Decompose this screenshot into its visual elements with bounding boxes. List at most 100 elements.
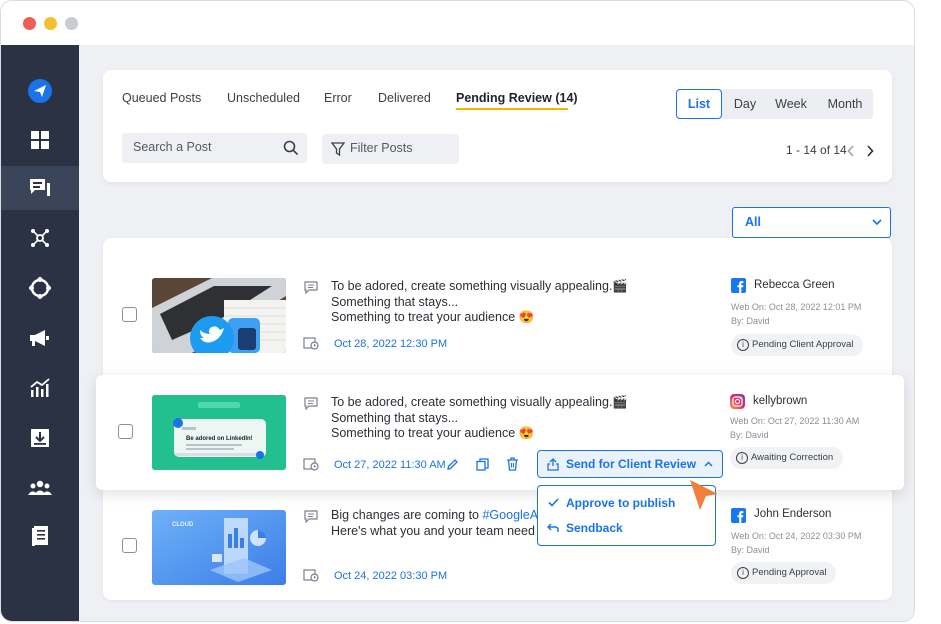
comment-icon [304, 281, 318, 294]
check-icon [548, 498, 559, 507]
post-checkbox[interactable] [122, 307, 137, 322]
toolbar-card: Queued Posts Unscheduled Error Delivered… [103, 70, 892, 182]
status-label: Awaiting Correction [751, 452, 834, 463]
sidebar-item-posts[interactable] [1, 166, 79, 210]
network-icon [31, 229, 49, 247]
post-web-on: Web On: Oct 24, 2022 03:30 PM [731, 531, 862, 541]
sidebar-item-analytics[interactable] [1, 366, 79, 410]
post-author: By: David [731, 316, 770, 326]
view-list-button[interactable]: List [676, 89, 722, 119]
tab-delivered[interactable]: Delivered [378, 91, 431, 105]
instagram-icon [730, 394, 745, 409]
post-text: To be adored, create something visually … [331, 395, 628, 442]
thumb-cloud-text: CLOUD [172, 522, 194, 528]
post-web-on: Web On: Oct 28, 2022 12:01 PM [731, 302, 862, 312]
filter-icon [331, 142, 345, 156]
view-day-button[interactable]: Day [727, 89, 763, 119]
active-tab-indicator [456, 108, 568, 110]
share-icon [547, 458, 559, 471]
post-scheduled-date: Oct 28, 2022 12:30 PM [334, 338, 448, 350]
tab-queued-posts[interactable]: Queued Posts [122, 91, 201, 105]
info-icon: i [737, 567, 749, 579]
post-checkbox[interactable] [118, 424, 133, 439]
status-label: Pending Approval [752, 567, 827, 578]
zoom-window-button[interactable] [65, 17, 78, 30]
minimize-window-button[interactable] [44, 17, 57, 30]
app-window: Queued Posts Unscheduled Error Delivered… [0, 0, 915, 622]
status-badge: i Pending Client Approval [731, 334, 864, 356]
post-list: To be adored, create something visually … [96, 238, 904, 601]
sidebar-item-dashboard[interactable] [1, 118, 79, 162]
sidebar-item-network[interactable] [1, 216, 79, 260]
sidebar-item-discover[interactable] [1, 266, 79, 310]
search-input[interactable]: Search a Post [122, 133, 307, 163]
calendar-clock-icon [303, 458, 319, 471]
info-icon: i [737, 339, 749, 351]
sidebar-item-downloads[interactable] [1, 416, 79, 460]
tab-unscheduled[interactable]: Unscheduled [227, 91, 300, 105]
duplicate-icon[interactable] [476, 458, 489, 471]
sidebar-item-team[interactable] [1, 466, 79, 510]
sendback-option[interactable]: Sendback [566, 521, 623, 535]
sendback-icon [547, 523, 559, 532]
trash-icon[interactable] [506, 457, 519, 471]
post-text-line: Something that stays... [331, 294, 459, 309]
view-week-button[interactable]: Week [768, 89, 814, 119]
post-thumbnail-twitter [152, 278, 286, 353]
post-text-line: To be adored, create something visually … [331, 279, 628, 293]
post-checkbox[interactable] [122, 538, 137, 553]
filter-posts-button[interactable]: Filter Posts [322, 134, 459, 164]
facebook-icon [731, 508, 746, 523]
sidebar-item-reports[interactable] [1, 514, 79, 558]
inbox-download-icon [31, 429, 49, 447]
chevron-left-icon[interactable] [847, 145, 855, 157]
account-name: Rebecca Green [754, 279, 835, 291]
view-month-button[interactable]: Month [819, 89, 871, 119]
chevron-right-icon[interactable] [866, 145, 874, 157]
approve-to-publish-option[interactable]: Approve to publish [566, 496, 675, 510]
post-meta: Web On: Oct 27, 2022 11:30 AM By: David [730, 414, 859, 442]
team-icon [28, 480, 52, 495]
post-scheduled-date: Oct 24, 2022 03:30 PM [334, 570, 448, 582]
post-author: By: David [731, 545, 770, 555]
account-filter-select[interactable]: All [732, 207, 891, 238]
view-switcher: List Day Week Month [676, 89, 873, 119]
search-placeholder: Search a Post [133, 140, 212, 154]
mouse-cursor-icon [690, 480, 718, 510]
thumb-linkedin-text: Be adored on LinkedIn! [186, 436, 253, 442]
sidebar-item-campaigns[interactable] [1, 316, 79, 360]
post-text: To be adored, create something visually … [331, 279, 628, 326]
close-window-button[interactable] [23, 17, 36, 30]
main-content: Queued Posts Unscheduled Error Delivered… [79, 45, 914, 621]
post-text-line: Something to treat your audience 😍 [331, 426, 535, 440]
tab-pending-review[interactable]: Pending Review (14) [456, 91, 578, 105]
calendar-clock-icon [303, 337, 319, 350]
comment-icon [304, 510, 318, 523]
comment-icon [304, 397, 318, 410]
pagination-label: 1 - 14 of 14 [786, 143, 847, 157]
sidebar-item-publish[interactable] [1, 69, 79, 113]
filter-posts-label: Filter Posts [350, 141, 413, 155]
edit-pencil-icon[interactable] [446, 458, 459, 471]
post-thumbnail-cloud: CLOUD [152, 510, 286, 585]
status-label: Pending Client Approval [752, 339, 854, 350]
tab-error[interactable]: Error [324, 91, 352, 105]
post-text-line: Here's what you and your team need to [331, 523, 549, 538]
post-thumbnail-linkedin: Be adored on LinkedIn! [152, 395, 286, 470]
post-row: CLOUD Big changes are coming to #GoogleA… [103, 486, 892, 601]
cloud-analytics-image: CLOUD [152, 510, 286, 585]
post-text-line: Something that stays... [331, 410, 459, 425]
chevron-up-icon [704, 461, 713, 467]
dashboard-icon [31, 131, 49, 149]
sidebar [1, 45, 79, 621]
post-meta: Web On: Oct 24, 2022 03:30 PM By: David [731, 529, 861, 557]
post-row-hovered: Be adored on LinkedIn! To be adored, cre… [96, 375, 904, 490]
send-for-client-review-button[interactable]: Send for Client Review [537, 450, 724, 478]
account-name: kellybrown [753, 395, 808, 407]
calendar-clock-icon [303, 569, 319, 582]
search-icon[interactable] [283, 140, 299, 156]
post-text-line: Big changes are coming to #GoogleAna [331, 508, 552, 524]
post-web-on: Web On: Oct 27, 2022 11:30 AM [730, 416, 860, 426]
title-bar [1, 1, 914, 45]
document-icon [32, 526, 48, 546]
